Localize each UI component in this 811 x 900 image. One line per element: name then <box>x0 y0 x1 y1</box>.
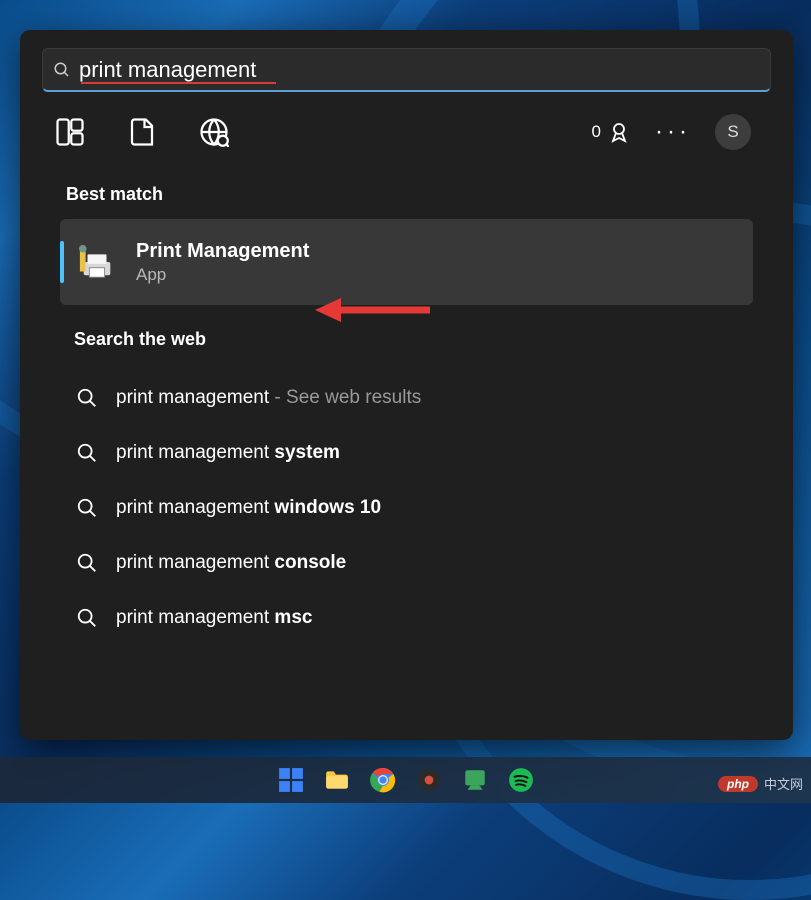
search-web-header: Search the web <box>20 305 793 364</box>
search-icon <box>76 442 98 464</box>
web-result-item[interactable]: print management msc <box>50 590 763 645</box>
search-input[interactable] <box>71 57 760 83</box>
search-icon <box>53 61 71 79</box>
documents-filter-icon[interactable] <box>127 117 157 147</box>
app-button-5[interactable] <box>461 766 489 794</box>
web-result-item[interactable]: print management - See web results <box>50 370 763 425</box>
search-icon <box>76 387 98 409</box>
spellcheck-underline <box>81 82 276 84</box>
web-result-item[interactable]: print management system <box>50 425 763 480</box>
web-filter-icon[interactable] <box>199 117 229 147</box>
best-match-text: Print Management App <box>136 240 309 285</box>
file-explorer-button[interactable] <box>323 766 351 794</box>
web-results-list: print management - See web results print… <box>20 364 793 645</box>
search-icon <box>76 552 98 574</box>
best-match-header: Best match <box>20 160 793 219</box>
spotify-button[interactable] <box>507 766 535 794</box>
print-management-icon <box>78 243 116 281</box>
apps-filter-icon[interactable] <box>55 117 85 147</box>
more-options-button[interactable]: ··· <box>655 118 691 146</box>
user-avatar[interactable]: S <box>715 114 751 150</box>
search-icon <box>76 497 98 519</box>
watermark-badge: php <box>718 776 758 792</box>
watermark-text: 中文网 <box>764 774 803 793</box>
start-button[interactable] <box>277 766 305 794</box>
web-result-item[interactable]: print management windows 10 <box>50 480 763 535</box>
rewards-button[interactable]: 0 <box>592 120 631 144</box>
search-input-container[interactable] <box>42 48 771 92</box>
best-match-title: Print Management <box>136 240 309 263</box>
web-result-item[interactable]: print management console <box>50 535 763 590</box>
app-button-4[interactable] <box>415 766 443 794</box>
watermark: php 中文网 <box>718 774 803 793</box>
taskbar <box>0 757 811 803</box>
medal-icon <box>607 120 631 144</box>
chrome-button[interactable] <box>369 766 397 794</box>
search-filter-toolbar: 0 ··· S <box>20 92 793 160</box>
best-match-subtitle: App <box>136 265 309 285</box>
search-panel: 0 ··· S Best match Print Management App … <box>20 30 793 740</box>
rewards-count: 0 <box>592 122 601 142</box>
best-match-result[interactable]: Print Management App <box>60 219 753 305</box>
search-icon <box>76 607 98 629</box>
